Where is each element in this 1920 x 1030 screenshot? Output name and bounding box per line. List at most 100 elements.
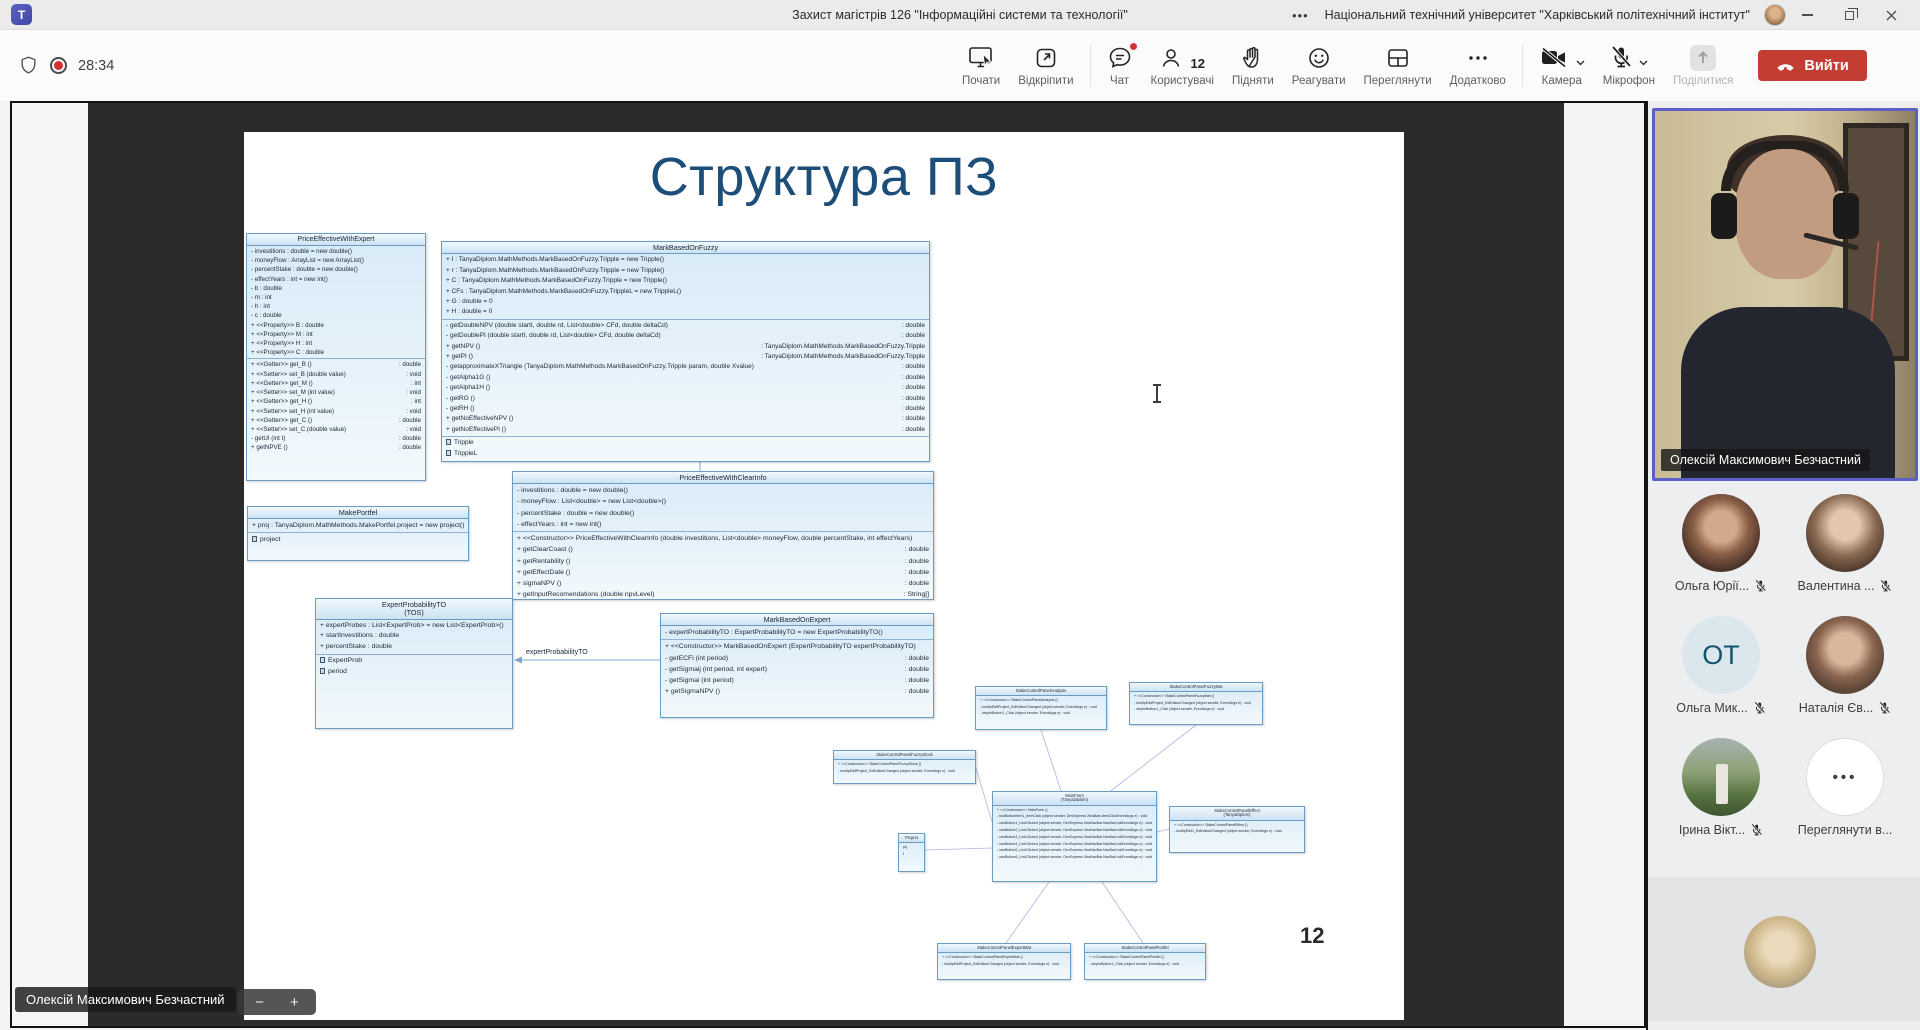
mic-off-icon: [1753, 701, 1766, 715]
leave-button[interactable]: Вийти: [1758, 50, 1866, 81]
minimize-button[interactable]: [1786, 0, 1828, 30]
uml-class-PriceEffectiveWithExpert: PriceEffectiveWithExpert- investitions :…: [246, 233, 426, 481]
share-icon: [1690, 45, 1716, 71]
popout-button[interactable]: Відкріпити: [1009, 30, 1082, 101]
view-more-participants[interactable]: •••Переглянути в...: [1785, 738, 1905, 837]
chat-button[interactable]: Чат: [1098, 30, 1142, 101]
camera-button[interactable]: Камера: [1530, 30, 1594, 101]
screen-share-icon: [968, 45, 995, 70]
local-preview-panel[interactable]: [1648, 877, 1920, 1021]
slide-page-number: 12: [1300, 923, 1324, 949]
uml-class-ExpertProbabilityTO: ExpertProbabilityTO(TOS)+ expertProbes :…: [315, 598, 513, 729]
react-label: Реагувати: [1292, 75, 1346, 87]
participant-name: Ірина Вікт...: [1679, 823, 1745, 837]
camera-chevron-down-icon[interactable]: [1576, 60, 1585, 66]
local-user-avatar: [1744, 916, 1816, 988]
meeting-title: Захист магістрів 126 "Інформаційні систе…: [792, 0, 1128, 30]
user-avatar[interactable]: [1764, 4, 1786, 26]
zoom-in-button[interactable]: +: [290, 995, 299, 1010]
mic-off-icon: [1609, 45, 1633, 70]
chat-icon: [1107, 45, 1133, 70]
more-button[interactable]: Додатково: [1441, 30, 1515, 101]
uml-class-MakePortfel: MakePortfel+ proj : TanyaDiplom.MathMeth…: [247, 506, 469, 561]
participants-button[interactable]: 12 Користувачі: [1142, 30, 1223, 101]
presentation-slide: Структура ПЗ PriceEffectiveWithExpert- i…: [244, 132, 1404, 1020]
participants-label: Користувачі: [1151, 75, 1214, 87]
shared-screen-right-strip: [1564, 103, 1644, 1026]
uml-class-MarkBasedOnFuzzy: MarkBasedOnFuzzy+ I : TanyaDiplom.MathMe…: [441, 241, 930, 462]
slide-title: Структура ПЗ: [244, 146, 1404, 208]
participant-tile[interactable]: Валентина ...: [1785, 494, 1905, 593]
uml-class-fuzzyStock: StakeControlPanelFuzzyStock+ <<Construct…: [833, 750, 976, 784]
react-button[interactable]: Реагувати: [1283, 30, 1355, 101]
participant-tile[interactable]: Наталія Єв...: [1785, 616, 1905, 715]
participant-avatar[interactable]: [1806, 494, 1884, 572]
participant-avatar[interactable]: [1682, 738, 1760, 816]
more-ellipsis-icon: [1466, 46, 1490, 70]
recording-indicator-icon: [50, 57, 67, 74]
participants-icon: [1160, 46, 1182, 70]
uml-class-portfel: StakeControlPanelPortfel+ <<Constructor>…: [1084, 943, 1206, 980]
uml-class-analysis: StakeControlPanelAnalysis+ <<Constructor…: [975, 686, 1107, 730]
raise-hand-icon: [1241, 45, 1265, 70]
participants-sidebar: Олексій Максимович Безчастний Ольга Юрії…: [1646, 101, 1920, 1030]
restore-button[interactable]: [1828, 0, 1870, 30]
participant-avatar[interactable]: [1682, 494, 1760, 572]
toolbar-divider: [1090, 45, 1091, 87]
security-shield-icon[interactable]: [18, 54, 39, 77]
participants-count: 12: [1191, 56, 1205, 71]
uml-class-effect: StakeControlPanelEffect(TanyaDiplom)+ <<…: [1169, 806, 1305, 853]
view-button[interactable]: Переглянути: [1355, 30, 1441, 101]
hang-up-icon: [1776, 61, 1795, 71]
screen-share-stage[interactable]: Структура ПЗ PriceEffectiveWithExpert- i…: [10, 101, 1646, 1028]
participant-tile[interactable]: Ольга Юрії...: [1661, 494, 1781, 593]
teams-app-icon: T: [11, 4, 32, 25]
participant-tile[interactable]: ОТ Ольга Мик...: [1661, 616, 1781, 715]
minimize-icon: [1802, 14, 1813, 16]
raise-hand-label: Підняти: [1232, 75, 1274, 87]
react-smiley-icon: [1307, 46, 1331, 70]
participant-name: Ольга Юрії...: [1675, 579, 1749, 593]
mic-chevron-down-icon[interactable]: [1639, 60, 1648, 66]
participant-name: Ольга Мик...: [1676, 701, 1747, 715]
popout-icon: [1034, 46, 1058, 70]
camera-off-icon: [1539, 46, 1570, 69]
zoom-out-button[interactable]: −: [255, 995, 264, 1010]
view-grid-icon: [1386, 46, 1410, 70]
chat-notification-dot: [1129, 42, 1138, 51]
more-participants-icon[interactable]: •••: [1806, 738, 1884, 816]
participant-avatar[interactable]: [1806, 616, 1884, 694]
chat-label: Чат: [1110, 75, 1129, 87]
participant-avatar[interactable]: ОТ: [1682, 616, 1760, 694]
participant-tile[interactable]: Ірина Вікт...: [1661, 738, 1781, 837]
restore-icon: [1845, 11, 1854, 20]
shared-screen-left-strip: [12, 103, 88, 1026]
speaker-video: [1655, 111, 1915, 478]
titlebar-more-icon[interactable]: •••: [1292, 8, 1309, 23]
camera-label: Камера: [1542, 75, 1582, 87]
speaker-name-label: Олексій Максимович Безчастний: [1661, 449, 1870, 471]
raise-hand-button[interactable]: Підняти: [1223, 30, 1283, 101]
zoom-controls[interactable]: − +: [238, 989, 316, 1015]
org-name: Національний технічний університет "Харк…: [1325, 8, 1750, 22]
uml-class-PriceEffectiveWithClearInfo: PriceEffectiveWithClearInfo- investition…: [512, 471, 934, 600]
mic-off-icon: [1878, 701, 1891, 715]
leave-label: Вийти: [1804, 58, 1848, 74]
start-share-label: Почати: [962, 75, 1000, 87]
mic-off-icon: [1879, 579, 1892, 593]
window-title-bar: T Захист магістрів 126 "Інформаційні сис…: [0, 0, 1920, 30]
speaker-video-tile[interactable]: Олексій Максимович Безчастний: [1652, 108, 1918, 481]
start-share-button[interactable]: Почати: [953, 30, 1009, 101]
share-tray-button: Поділитися: [1664, 30, 1742, 101]
toolbar-divider: [1522, 45, 1523, 87]
participant-name: Наталія Єв...: [1799, 701, 1874, 715]
close-button[interactable]: [1870, 0, 1912, 30]
uml-class-expertMat: StakeControlPanelExpertMat+ <<Constructo…: [937, 943, 1071, 980]
uml-class-mainForm: MainForm(TanyaDiplom)+ <<Constructor>> M…: [992, 791, 1157, 882]
close-icon: [1886, 10, 1897, 21]
uml-class-MarkBasedOnExpert: MarkBasedOnExpert- expertProbabilityTO :…: [660, 613, 934, 718]
more-label: Додатково: [1450, 75, 1506, 87]
mic-button[interactable]: Мікрофон: [1594, 30, 1664, 101]
mic-label: Мікрофон: [1603, 75, 1655, 87]
mic-off-icon: [1754, 579, 1767, 593]
